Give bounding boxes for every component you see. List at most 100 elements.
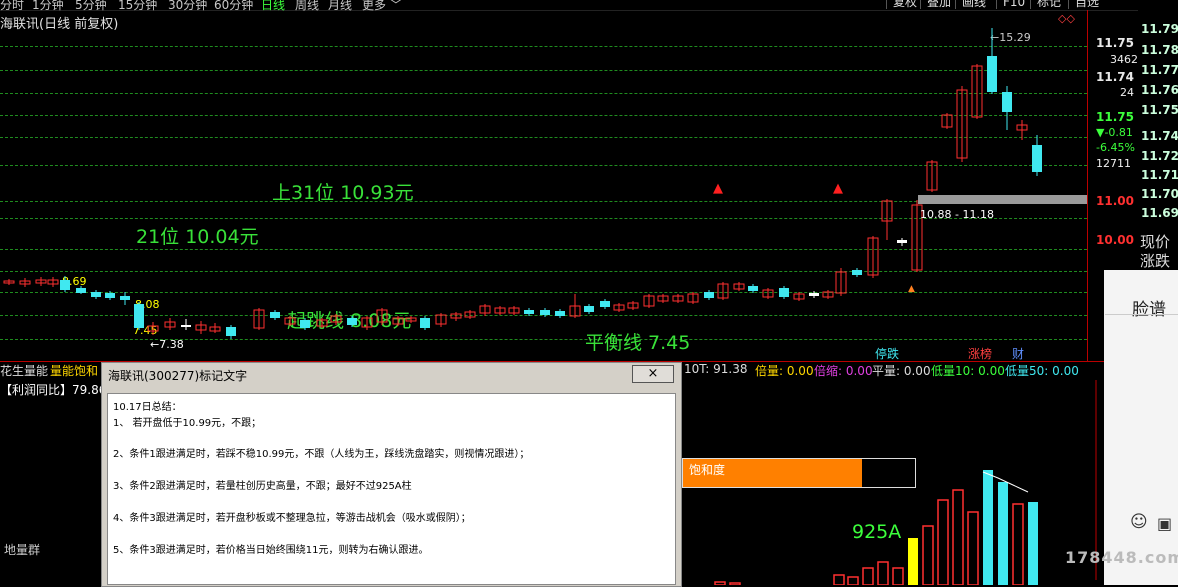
dialog-line: 1、 若开盘低于10.99元，不跟； [113,418,262,429]
candle-body [76,288,86,293]
candle-body [748,286,758,291]
toolbar-button[interactable]: 标记 [1030,0,1067,9]
volume-bar [937,499,949,585]
dialog-line: 5、条件3跟进满足时，若价格当日始终围绕11元，则转为右确认跟进。 [113,545,429,556]
candle-body [270,312,280,318]
volume-bar [908,538,918,585]
axis-tick: 11.75 [1096,110,1134,124]
watermark-text: 178448.com [1065,548,1178,567]
candle-body [555,311,565,316]
up-arrow-icon: ▲ [713,181,723,196]
candle-body [1032,145,1042,172]
dialog-line: 3、条件2跟进满足时，若量柱创历史高量，不跟；最好不过925A柱 [113,481,412,492]
dialog-line: 10.17日总结： [113,402,182,413]
range-bar [918,195,1087,204]
quote-volume: 3462 [1110,53,1138,66]
scale-value: 11.70 [1141,187,1178,201]
toolbar-button[interactable]: 自选 [1068,0,1105,9]
candle-body [704,292,714,298]
flat-volume: 平量: 0.00 [872,364,931,378]
scale-value: 11.72 [1141,149,1178,163]
volume-bar [922,525,934,585]
candle-body [779,288,789,297]
candle-body [987,56,997,92]
toolbar-button[interactable]: 画线 [955,0,992,9]
t-value: 10T: 91.38 [684,362,748,376]
dialog-line: 4、条件3跟进满足时，若开盘秒板或不整理急拉，等游击战机会（吸水或假阴）； [113,513,471,524]
tag-rise-list[interactable]: 涨榜 [966,345,994,362]
quote-percent: -6.45% [1096,141,1135,154]
dialog-textarea[interactable]: 10.17日总结： 1、 若开盘低于10.99元，不跟； 2、条件1跟进满足时，… [107,393,676,585]
axis-tick: 11.75 [1096,36,1134,50]
tag-finance[interactable]: 财 [1010,345,1026,362]
dialog-line: 2、条件1跟进满足时，若踩不稳10.99元，不跟（人线为王，踩线洗盘踏实，则视情… [113,449,530,460]
volume-bar [833,574,845,585]
candle-body [300,320,310,328]
candle-body [852,270,862,275]
candlestick-chart [3,28,1042,339]
candle-body [540,310,550,315]
low-volume-10: 低量10: 0.00 [931,364,1005,378]
candle-body [105,293,115,298]
triangle-marker-icon: ▲ [908,284,915,294]
dialog-title: 海联讯(300277)标记文字 [108,369,248,383]
face-spectrum-label[interactable]: 脸谱 [1132,295,1166,320]
candle-body [584,306,594,312]
dialog-close-button[interactable]: × [632,365,674,383]
up-arrow-icon: ▲ [833,181,843,196]
divider [1105,314,1178,315]
candle-body [347,318,357,325]
candle-body [91,292,101,297]
volume-bar [892,567,904,585]
candle-body [600,301,610,307]
volume-bar [847,576,859,585]
scale-value: 11.75 [1141,103,1178,117]
volume-bar [983,470,993,585]
volume-chart [714,470,1038,585]
candle-body [181,325,191,327]
candle-body [120,296,130,300]
axis-tick: 11.00 [1096,194,1134,208]
volume-bar [862,567,874,585]
ground-volume-group: 地量群 [4,543,41,557]
profit-yoy: 【利润同比】79.86 [0,383,107,397]
side-chat-panel: 脸谱 ☺ ▣ [1104,270,1178,585]
candle-body [420,318,430,328]
volume-bar [1012,503,1024,585]
quote-change: ▼-0.81 [1096,126,1133,139]
double-shrink: 倍缩: 0.00 [814,364,873,378]
toolbar-button[interactable]: 复权 [886,0,923,9]
candle-body [134,304,144,328]
label-current-price: 现价 [1140,233,1171,251]
mark-text-dialog: 海联讯(300277)标记文字 × 10.17日总结： 1、 若开盘低于10.9… [101,362,682,587]
candle-body [524,310,534,314]
axis-tick: 11.74 [1096,70,1134,84]
volume-bar [967,511,979,585]
double-volume: 倍量: 0.00 [755,364,814,378]
candle-body [809,293,819,296]
scale-value: 11.77 [1141,63,1178,77]
volume-bar [1028,502,1038,585]
indicator-saturation[interactable]: 量能饱和 [50,362,98,379]
label-change: 涨跌 [1140,252,1171,270]
diamond-icon[interactable]: ◇◇ [1058,12,1075,25]
tag-stop-fall[interactable]: 停跌 [873,345,901,362]
quote-24: 24 [1120,86,1134,99]
volume-bar [952,489,964,585]
toolbar-button[interactable]: 叠加 [920,0,957,9]
scale-value: 11.78 [1141,43,1178,57]
indicator-name[interactable]: 花生量能 [0,362,48,379]
candle-body [897,240,907,243]
volume-bar [877,561,889,585]
scale-value: 11.79 [1141,22,1178,36]
scale-value: 11.71 [1141,168,1178,182]
candle-body [60,280,70,290]
scale-value: 11.69 [1141,206,1178,220]
range-label: 10.88 - 11.18 [920,208,994,221]
image-icon[interactable]: ▣ [1157,514,1172,533]
emoji-icon[interactable]: ☺ [1130,512,1148,532]
candle-body [1002,92,1012,112]
quote-amount: 12711 [1096,157,1131,170]
toolbar-button[interactable]: F10 [996,0,1031,9]
scale-value: 11.74 [1141,129,1178,143]
